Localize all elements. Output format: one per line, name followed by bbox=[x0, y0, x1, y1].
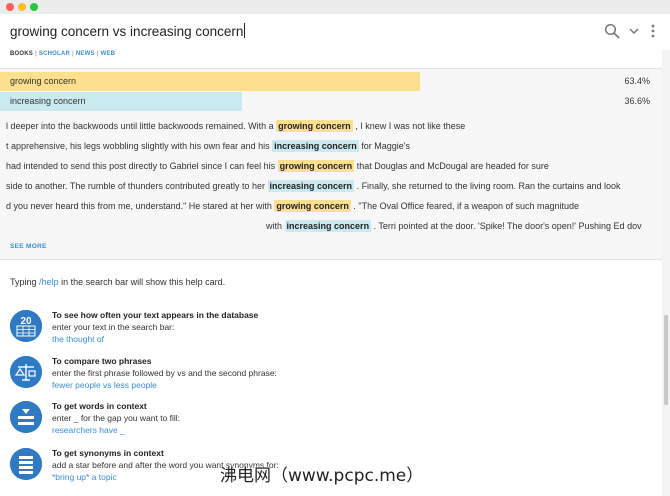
help-item: 20 To see how often your text appears in… bbox=[0, 310, 662, 354]
snippet-before: side to another. The rumble of thunders … bbox=[6, 181, 265, 191]
help-command[interactable]: /help bbox=[39, 277, 59, 287]
help-item-title: To get words in context bbox=[52, 401, 147, 411]
context-snippet: side to another. The rumble of thunders … bbox=[6, 180, 621, 192]
help-item-description: enter _ for the gap you want to fill: bbox=[52, 413, 181, 423]
snippet-after: that Douglas and McDougal are headed for… bbox=[356, 161, 549, 171]
tab-separator: | bbox=[71, 51, 74, 57]
results-panel: growing concern 63.4% increasing concern… bbox=[0, 68, 662, 260]
context-snippet: d you never heard this from me, understa… bbox=[6, 200, 580, 212]
snippet-before: d you never heard this from me, understa… bbox=[6, 201, 272, 211]
snippet-match: growing concern bbox=[276, 120, 353, 132]
snippet-match: increasing concern bbox=[267, 180, 355, 192]
help-intro: Typing /help in the search bar will show… bbox=[10, 277, 225, 287]
snippet-after: for Maggie's bbox=[361, 141, 410, 151]
help-item-example[interactable]: researchers have _ bbox=[52, 425, 125, 435]
help-intro-before: Typing bbox=[10, 277, 37, 287]
text-cursor bbox=[244, 23, 246, 38]
result-bar-percent: 36.6% bbox=[624, 96, 650, 106]
result-bar-label: growing concern bbox=[10, 76, 77, 86]
snippet-match: increasing concern bbox=[272, 140, 359, 152]
context-snippet: l deeper into the backwoods until little… bbox=[6, 120, 466, 132]
snippet-after: . Terri pointed at the door. 'Spike! The… bbox=[373, 221, 642, 231]
scrollbar-thumb[interactable] bbox=[664, 315, 668, 405]
search-query: growing concern vs increasing concern bbox=[10, 24, 244, 39]
snippet-before: t apprehensive, his legs wobbling slight… bbox=[6, 141, 270, 151]
search-icon[interactable] bbox=[604, 23, 620, 44]
result-bar-percent: 63.4% bbox=[624, 76, 650, 86]
window-titlebar bbox=[0, 0, 670, 14]
help-item-example[interactable]: the thought of bbox=[52, 334, 104, 344]
minimize-window-button[interactable] bbox=[18, 3, 26, 11]
context-snippet: had intended to send this post directly … bbox=[6, 160, 549, 172]
tab-news[interactable]: NEWS bbox=[76, 51, 95, 57]
help-item-example[interactable]: *bring up* a topic bbox=[52, 472, 117, 482]
help-item-title: To see how often your text appears in th… bbox=[52, 310, 259, 320]
context-blank-icon bbox=[10, 401, 42, 433]
help-item-title: To compare two phrases bbox=[52, 356, 152, 366]
zoom-window-button[interactable] bbox=[30, 3, 38, 11]
help-intro-after: in the search bar will show this help ca… bbox=[61, 277, 226, 287]
tab-separator: | bbox=[35, 51, 37, 57]
help-item: To get words in context enter _ for the … bbox=[0, 401, 662, 445]
snippet-after: . Finally, she returned to the living ro… bbox=[356, 181, 621, 191]
snippet-match: growing concern bbox=[274, 200, 351, 212]
synonyms-list-icon bbox=[10, 448, 42, 480]
help-item: To compare two phrases enter the first p… bbox=[0, 356, 662, 400]
snippet-after: , I knew I was not like these bbox=[355, 121, 466, 131]
snippet-before: l deeper into the backwoods until little… bbox=[6, 121, 274, 131]
snippet-after: . "The Oval Office feared, if a weapon o… bbox=[353, 201, 580, 211]
see-more-link[interactable]: SEE MORE bbox=[10, 243, 47, 250]
snippet-match: growing concern bbox=[277, 160, 355, 172]
result-bar[interactable]: increasing concern 36.6% bbox=[0, 92, 662, 111]
tab-books[interactable]: BOOKS bbox=[10, 51, 33, 57]
result-bar-label: increasing concern bbox=[10, 96, 86, 106]
help-item-example[interactable]: fewer people vs less people bbox=[52, 380, 157, 390]
frequency-icon-number: 20 bbox=[20, 316, 32, 327]
chevron-down-icon[interactable] bbox=[628, 23, 640, 44]
search-bar: growing concern vs increasing concern bbox=[0, 14, 670, 50]
tab-web[interactable]: WEB bbox=[101, 51, 116, 57]
snippet-match: increasing concern bbox=[284, 220, 372, 232]
snippet-before: with bbox=[266, 221, 283, 231]
help-item-description: enter the first phrase followed by vs an… bbox=[52, 368, 277, 378]
watermark: 沸电网（www.pcpc.me） bbox=[220, 466, 424, 486]
snippet-before: had intended to send this post directly … bbox=[6, 161, 276, 171]
tab-separator: | bbox=[96, 51, 99, 57]
help-item-description: enter your text in the search bar: bbox=[52, 322, 175, 332]
close-window-button[interactable] bbox=[6, 3, 14, 11]
tab-scholar[interactable]: SCHOLAR bbox=[39, 51, 70, 57]
more-options-icon[interactable] bbox=[650, 23, 656, 44]
frequency-20-icon: 20 bbox=[10, 310, 42, 342]
help-item-title: To get synonyms in context bbox=[52, 448, 164, 458]
source-tabs: BOOKS | SCHOLAR | NEWS | WEB bbox=[10, 51, 115, 57]
result-bar[interactable]: growing concern 63.4% bbox=[0, 72, 662, 91]
vertical-scrollbar[interactable] bbox=[662, 50, 670, 496]
context-snippet: t apprehensive, his legs wobbling slight… bbox=[6, 140, 410, 152]
context-snippet: with increasing concern . Terri pointed … bbox=[266, 220, 642, 232]
search-input[interactable]: growing concern vs increasing concern bbox=[10, 23, 246, 39]
compare-scale-icon bbox=[10, 356, 42, 388]
